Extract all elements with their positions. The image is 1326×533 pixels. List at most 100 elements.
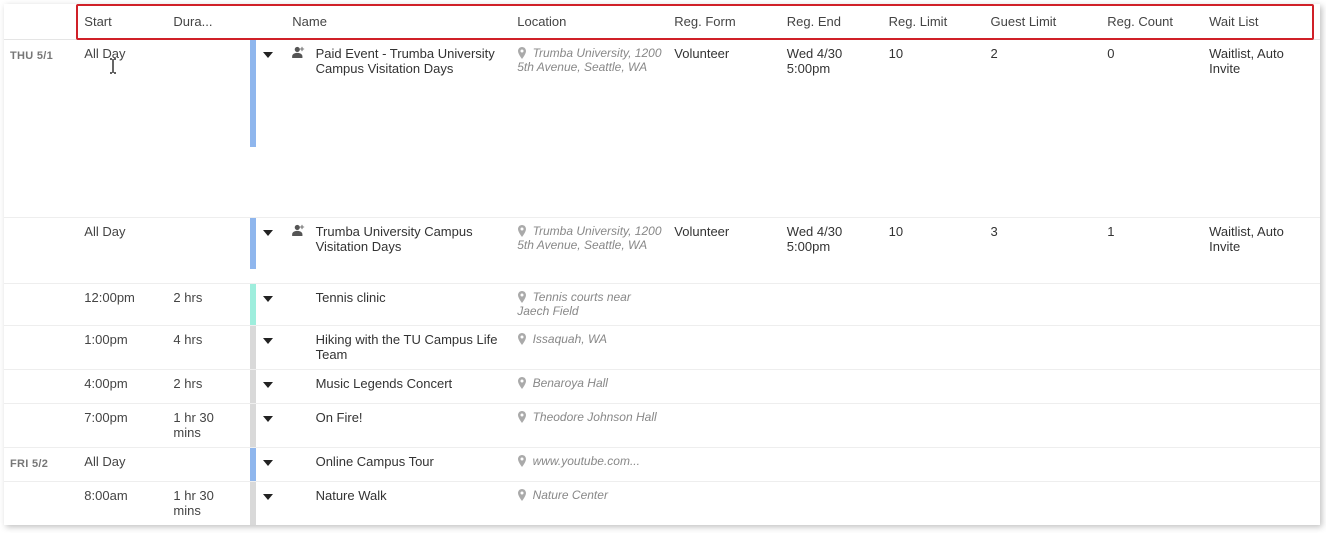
reglimit-cell [883, 404, 985, 448]
caret-down-icon[interactable] [263, 416, 273, 422]
col-start[interactable]: Start [78, 4, 167, 40]
event-type-icon [286, 404, 309, 448]
event-type-icon [286, 370, 309, 404]
guestlimit-cell [985, 284, 1102, 326]
location-cell: Tennis courts near Jaech Field [511, 284, 668, 326]
col-guestlimit[interactable]: Guest Limit [985, 4, 1102, 40]
regcount-cell [1101, 284, 1203, 326]
col-duration[interactable]: Dura... [167, 4, 250, 40]
table-row[interactable]: 8:00am1 hr 30 minsNature Walk Nature Cen… [4, 482, 1320, 526]
day-label [4, 218, 78, 284]
map-pin-icon [517, 488, 529, 502]
table-row[interactable]: All DayTrumba University Campus Visitati… [4, 218, 1320, 284]
reglimit-cell [883, 326, 985, 370]
start-cell: 1:00pm [78, 326, 167, 370]
event-type-icon [286, 482, 309, 526]
expand-caret[interactable] [257, 404, 287, 448]
day-label: THU 5/1 [4, 40, 78, 218]
duration-cell: 2 hrs [167, 284, 250, 326]
start-cell: 4:00pm [78, 370, 167, 404]
expand-caret[interactable] [257, 482, 287, 526]
table-row[interactable]: FRI 5/2All DayOnline Campus Tour www.you… [4, 448, 1320, 482]
col-regend[interactable]: Reg. End [781, 4, 883, 40]
guestlimit-cell [985, 370, 1102, 404]
event-name[interactable]: Trumba University Campus Visitation Days [310, 218, 512, 284]
expand-caret[interactable] [257, 218, 287, 284]
start-cell: 12:00pm [78, 284, 167, 326]
caret-down-icon[interactable] [263, 494, 273, 500]
event-name[interactable]: Paid Event - Trumba University Campus Vi… [310, 40, 512, 218]
regform-cell [668, 448, 780, 482]
person-plus-icon [292, 46, 306, 61]
expand-caret[interactable] [257, 40, 287, 218]
duration-cell: 1 hr 30 mins [167, 482, 250, 526]
guestlimit-cell [985, 404, 1102, 448]
col-reglimit[interactable]: Reg. Limit [883, 4, 985, 40]
event-name[interactable]: Nature Walk [310, 482, 512, 526]
col-name[interactable]: Name [286, 4, 511, 40]
location-cell: Trumba University, 1200 5th Avenue, Seat… [511, 40, 668, 218]
waitlist-cell: Waitlist, Auto Invite [1203, 218, 1320, 284]
regcount-cell [1101, 326, 1203, 370]
col-regcount[interactable]: Reg. Count [1101, 4, 1203, 40]
map-pin-icon [517, 410, 529, 424]
guestlimit-cell: 2 [985, 40, 1102, 218]
events-table: Start Dura... Name Location Reg. Form Re… [4, 4, 1320, 525]
day-label [4, 370, 78, 404]
reglimit-cell: 10 [883, 40, 985, 218]
waitlist-cell [1203, 448, 1320, 482]
caret-down-icon[interactable] [263, 382, 273, 388]
expand-caret[interactable] [257, 284, 287, 326]
caret-down-icon[interactable] [263, 230, 273, 236]
day-label [4, 404, 78, 448]
reglimit-cell [883, 370, 985, 404]
event-name[interactable]: On Fire! [310, 404, 512, 448]
day-label [4, 482, 78, 526]
map-pin-icon [517, 224, 529, 238]
day-label [4, 326, 78, 370]
header-row: Start Dura... Name Location Reg. Form Re… [4, 4, 1320, 40]
event-type-icon [286, 284, 309, 326]
event-name[interactable]: Hiking with the TU Campus Life Team [310, 326, 512, 370]
col-waitlist[interactable]: Wait List [1203, 4, 1320, 40]
location-cell: Theodore Johnson Hall [511, 404, 668, 448]
duration-cell [167, 40, 250, 218]
location-cell: Issaquah, WA [511, 326, 668, 370]
reglimit-cell [883, 482, 985, 526]
duration-cell: 4 hrs [167, 326, 250, 370]
table-row[interactable]: THU 5/1All DayPaid Event - Trumba Univer… [4, 40, 1320, 218]
expand-caret[interactable] [257, 448, 287, 482]
event-type-icon [286, 218, 309, 284]
table-row[interactable]: 4:00pm2 hrsMusic Legends Concert Benaroy… [4, 370, 1320, 404]
expand-caret[interactable] [257, 370, 287, 404]
waitlist-cell: Waitlist, Auto Invite [1203, 40, 1320, 218]
caret-down-icon[interactable] [263, 52, 273, 58]
event-name[interactable]: Tennis clinic [310, 284, 512, 326]
guestlimit-cell [985, 326, 1102, 370]
regform-cell [668, 370, 780, 404]
person-plus-icon [292, 224, 306, 239]
caret-down-icon[interactable] [263, 460, 273, 466]
reglimit-cell [883, 284, 985, 326]
regcount-cell [1101, 448, 1203, 482]
caret-down-icon[interactable] [263, 338, 273, 344]
regend-cell [781, 370, 883, 404]
col-regform[interactable]: Reg. Form [668, 4, 780, 40]
event-name[interactable]: Online Campus Tour [310, 448, 512, 482]
event-type-icon [286, 326, 309, 370]
start-cell: 7:00pm [78, 404, 167, 448]
table-row[interactable]: 12:00pm2 hrs Tennis clinic Tennis courts … [4, 284, 1320, 326]
waitlist-cell [1203, 284, 1320, 326]
regform-cell [668, 326, 780, 370]
table-row[interactable]: 7:00pm1 hr 30 minsOn Fire! Theodore John… [4, 404, 1320, 448]
regform-cell [668, 482, 780, 526]
waitlist-cell [1203, 404, 1320, 448]
caret-down-icon[interactable] [263, 296, 273, 302]
regform-cell: Volunteer [668, 218, 780, 284]
regend-cell [781, 326, 883, 370]
event-name[interactable]: Music Legends Concert [310, 370, 512, 404]
col-location[interactable]: Location [511, 4, 668, 40]
table-row[interactable]: 1:00pm4 hrs Hiking with the TU Campus Lif… [4, 326, 1320, 370]
expand-caret[interactable] [257, 326, 287, 370]
waitlist-cell [1203, 370, 1320, 404]
